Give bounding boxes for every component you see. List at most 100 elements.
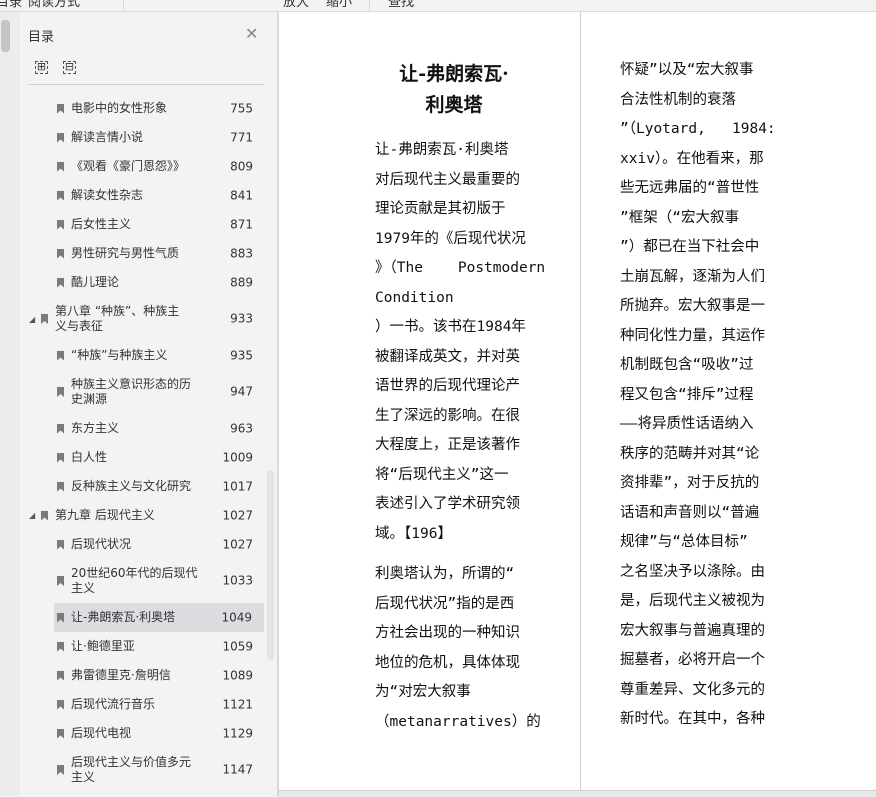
toc-item-label: 解读言情小说 [71, 130, 144, 144]
text-line: 表述引入了学术研究领 [375, 496, 520, 512]
toc-item[interactable]: 后现代流行音乐 1121 [20, 690, 265, 719]
toc-item-page: 1033 [222, 573, 253, 588]
bookmark-icon [57, 161, 64, 172]
text-line: 让-弗朗索瓦·利奥塔 [375, 142, 509, 158]
toc-item[interactable]: ◢ 第八章 “种族”、种族主义与表征 933 [20, 297, 265, 341]
toc-item[interactable]: 弗雷德里克·詹明信 1089 [20, 661, 265, 690]
toc-item-label: 后现代流行音乐 [71, 697, 156, 711]
toc-item[interactable]: 后现代状况 1027 [20, 530, 265, 559]
toc-item[interactable]: 后现代电视 1129 [20, 719, 265, 748]
bookmark-icon [57, 387, 64, 397]
toc-item-label: 后女性主义 [71, 217, 132, 231]
left-column-para2: 利奥塔认为，所谓的“ 后现代状况”指的是西 方社会出现的一种知识 地位的危机，具体体现… [375, 560, 541, 737]
bookmark-icon [57, 132, 64, 143]
text-line: 将“后现代主义”这一 [375, 466, 509, 483]
toc-item[interactable]: 解读言情小说 771 [20, 123, 265, 152]
expand-triangle-icon[interactable]: ◢ [29, 508, 35, 523]
toc-item-label: 白人性 [71, 450, 108, 464]
toc-item-label: 第八章 “种族”、种族主义与表征 [55, 304, 180, 333]
toc-item[interactable]: 男性研究与男性气质 883 [20, 239, 265, 268]
page-divider [580, 12, 581, 790]
bookmark-icon [57, 576, 64, 586]
title-line: 利奥塔 [425, 94, 483, 116]
toolbar-find-button[interactable]: 查找 [388, 0, 414, 10]
toolbar-toc-button[interactable]: 目录 [0, 0, 22, 10]
text-line: 语世界的后现代理论产 [375, 378, 520, 394]
text-line: Condition [375, 289, 454, 306]
text-line: 土崩瓦解，逐渐为人们 [620, 268, 765, 285]
section-title: 让-弗朗索瓦· 利奥塔 [369, 59, 539, 121]
bookmark-icon [57, 539, 64, 550]
toc-item-page: 809 [230, 159, 253, 173]
text-line: 》（The Postmodern [375, 260, 546, 276]
text-line: 程又包含“排斥”过程 [620, 386, 754, 403]
toc-item-page: 771 [230, 130, 253, 144]
toc-item[interactable]: “种族”与种族主义 935 [20, 341, 265, 370]
bookmark-icon [57, 699, 64, 710]
left-scrollbar-thumb[interactable] [1, 20, 10, 52]
text-line: ——将异质性话语纳入 [620, 416, 754, 432]
bookmark-icon [57, 423, 64, 434]
toc-item[interactable]: 后女性主义 871 [20, 210, 265, 239]
text-line: 资排辈”，对于反抗的 [620, 475, 760, 491]
text-line: 域。【196】 [375, 525, 452, 542]
toc-item[interactable]: 反种族主义与文化研究 1017 [20, 472, 265, 501]
toc-item-label: “种族”与种族主义 [71, 348, 168, 362]
text-line: 1979年的《后现代状况 [375, 230, 526, 247]
bookmark-icon [57, 452, 64, 463]
text-line: 地位的危机，具体体现 [375, 654, 520, 671]
text-line: ”）都已在当下社会中 [620, 239, 760, 255]
toc-sidebar: 目录 ✕ ⊞ ⊟ 电影中的女性形象 755 解读言情小说 771 《观看《豪门恩怨》》 8… [20, 12, 279, 796]
toc-item-label: 弗雷德里克·詹明信 [71, 668, 171, 682]
text-line: xxiv）。在他看来，那 [620, 150, 764, 167]
toc-item[interactable]: ◢ 第九章 后现代主义 1027 [20, 501, 265, 530]
toc-item-label: 后现代主义与价值多元主义 [71, 755, 192, 784]
toolbar-zoom-out-button[interactable]: 缩小 [326, 0, 352, 10]
toc-item[interactable]: 让·鲍德里亚 1059 [20, 632, 265, 661]
toc-item-page: 1059 [222, 639, 253, 653]
close-icon[interactable]: ✕ [245, 24, 258, 43]
collapse-all-icon[interactable]: ⊟ [63, 61, 76, 74]
top-toolbar: 目录 阅读方式 放大 缩小 查找 [0, 0, 876, 12]
text-line: ）一书。该书在1984年 [375, 319, 526, 335]
toc-item-label: 后现代状况 [71, 537, 132, 551]
toc-item-page: 947 [230, 384, 253, 399]
toc-item-label: 东方主义 [71, 421, 120, 435]
toc-item[interactable]: 后现代主义与价值多元主义 1147 [20, 748, 265, 792]
toc-item-label: 让-弗朗索瓦·利奥塔 [71, 610, 176, 624]
bookmark-icon [57, 641, 64, 652]
toc-item[interactable]: 《观看《豪门恩怨》》 809 [20, 152, 265, 181]
text-line: 之名坚决予以涤除。由 [620, 563, 765, 580]
text-line: 被翻译成英文，并对英 [375, 348, 520, 365]
sidebar-scrollbar[interactable] [267, 470, 274, 660]
text-line: 尊重差异、文化多元的 [620, 681, 765, 698]
toc-item[interactable]: 解读女性杂志 841 [20, 181, 265, 210]
toc-item[interactable]: 电影中的女性形象 755 [20, 94, 265, 123]
sidebar-title: 目录 [28, 30, 55, 45]
expand-triangle-icon[interactable]: ◢ [29, 312, 35, 327]
text-line: 种同化性力量，其运作 [620, 327, 765, 344]
text-line: ”（Lyotard, 1984: [620, 121, 776, 137]
text-line: 新时代。在其中，各种 [620, 711, 765, 727]
bookmark-icon [57, 103, 64, 114]
toc-item-page: 1017 [222, 479, 253, 493]
toolbar-reading-mode-button[interactable]: 阅读方式 [28, 0, 80, 10]
toolbar-zoom-in-button[interactable]: 放大 [283, 0, 309, 10]
toc-item[interactable]: 让-弗朗索瓦·利奥塔 1049 [54, 603, 264, 632]
bookmark-icon [57, 219, 64, 230]
bookmark-icon [41, 510, 48, 521]
toc-item[interactable]: 白人性 1009 [20, 443, 265, 472]
text-line: 宏大叙事与普遍真理的 [620, 622, 765, 639]
toc-item-page: 963 [230, 421, 253, 435]
toc-item-page: 1089 [222, 668, 253, 682]
expand-all-icon[interactable]: ⊞ [35, 61, 48, 74]
toc-item[interactable]: 20世纪60年代的后现代主义 1033 [20, 559, 265, 603]
text-line: 怀疑”以及“宏大叙事 [620, 62, 754, 78]
text-line: 些无远弗届的“普世性 [620, 180, 760, 196]
toc-item[interactable]: 种族主义意识形态的历史渊源 947 [20, 370, 265, 414]
toc-item-label: 20世纪60年代的后现代主义 [71, 566, 198, 595]
toc-item[interactable]: 东方主义 963 [20, 414, 265, 443]
toc-item-page: 1027 [222, 537, 253, 551]
toc-item-page: 841 [230, 188, 253, 202]
toc-item[interactable]: 酷儿理论 889 [20, 268, 265, 297]
